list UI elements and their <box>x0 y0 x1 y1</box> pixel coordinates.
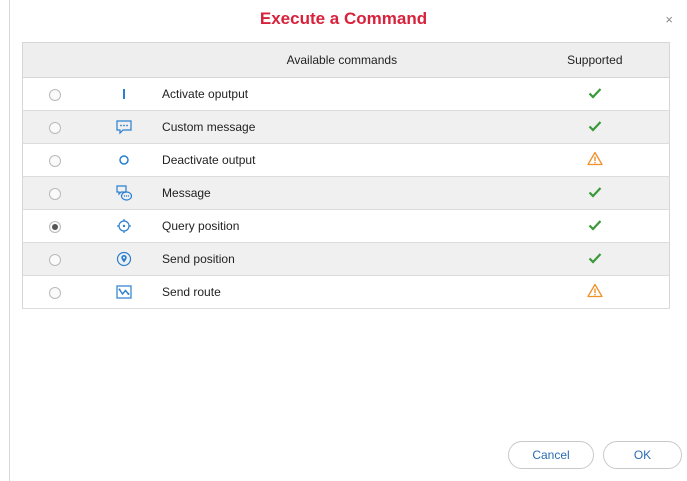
map-pin-icon <box>86 242 163 276</box>
command-radio[interactable] <box>48 154 61 167</box>
header-radio-cell <box>22 42 87 78</box>
dialog-title: Execute a Command <box>259 9 428 28</box>
check-icon <box>520 77 670 111</box>
table-row[interactable]: Message <box>22 176 670 210</box>
table-row[interactable]: Query position <box>22 209 670 243</box>
check-icon <box>520 209 670 243</box>
chat-bubbles-icon <box>86 176 163 210</box>
command-label: Send route <box>162 275 521 309</box>
table-row[interactable]: Custom message <box>22 110 670 144</box>
check-icon <box>520 242 670 276</box>
cancel-button[interactable]: Cancel <box>508 441 594 469</box>
output-bar-icon <box>86 77 163 111</box>
command-radio-selected[interactable] <box>48 220 61 233</box>
table-row[interactable]: Send route <box>22 275 670 309</box>
dialog-left-border <box>9 0 10 481</box>
warning-icon <box>520 143 670 177</box>
command-label: Send position <box>162 242 521 276</box>
command-label: Deactivate output <box>162 143 521 177</box>
warning-icon <box>520 275 670 309</box>
table-row[interactable]: Send position <box>22 242 670 276</box>
command-radio[interactable] <box>48 253 61 266</box>
command-label: Query position <box>162 209 521 243</box>
table-header-row: Available commands Supported <box>22 42 670 78</box>
command-radio[interactable] <box>48 286 61 299</box>
speech-bubble-icon <box>86 110 163 144</box>
execute-command-dialog: Execute a Command × Available commands S… <box>0 0 687 481</box>
table-row[interactable]: Activate oputput <box>22 77 670 111</box>
header-supported: Supported <box>520 42 670 78</box>
table-row[interactable]: Deactivate output <box>22 143 670 177</box>
command-radio[interactable] <box>48 88 61 101</box>
command-label: Custom message <box>162 110 521 144</box>
circle-outline-icon <box>86 143 163 177</box>
crosshair-icon <box>86 209 163 243</box>
commands-table: Available commands Supported Activate op… <box>22 42 670 309</box>
ok-button[interactable]: OK <box>603 441 682 469</box>
command-radio[interactable] <box>48 187 61 200</box>
check-icon <box>520 176 670 210</box>
close-icon[interactable]: × <box>665 12 673 27</box>
command-label: Activate oputput <box>162 77 521 111</box>
header-available-commands: Available commands <box>162 42 521 78</box>
command-label: Message <box>162 176 521 210</box>
route-map-icon <box>86 275 163 309</box>
check-icon <box>520 110 670 144</box>
header-icon-cell <box>86 42 163 78</box>
command-radio[interactable] <box>48 121 61 134</box>
